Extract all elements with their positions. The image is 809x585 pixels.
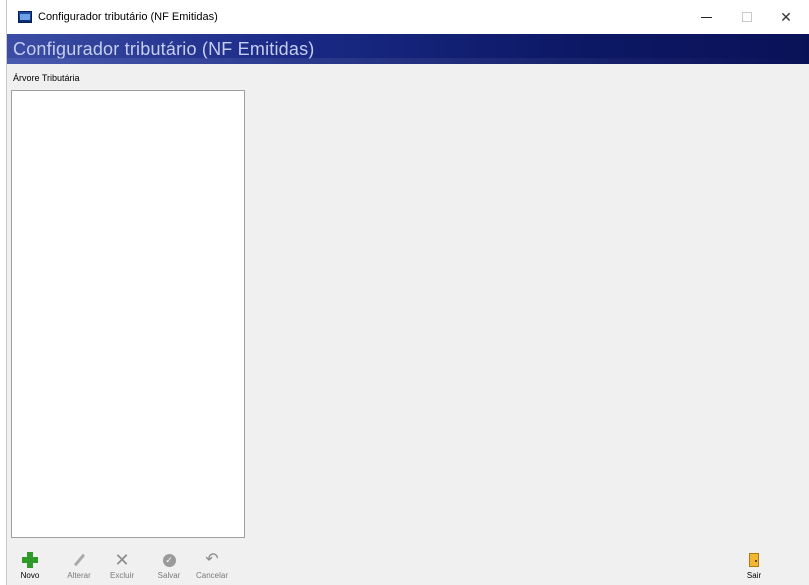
novo-label: Novo (20, 571, 40, 580)
app-icon (18, 11, 32, 23)
tree-label: Árvore Tributária (13, 73, 80, 83)
form-header-title: Configurador tributário (NF Emitidas) (13, 39, 315, 59)
window-title: Configurador tributário (NF Emitidas) (38, 11, 218, 23)
sair-button[interactable]: Sair (739, 548, 769, 580)
alterar-label: Alterar (67, 571, 91, 580)
maximize-button[interactable] (732, 6, 762, 28)
sair-label: Sair (746, 571, 762, 580)
excluir-label: Excluir (109, 571, 134, 580)
cancelar-button[interactable]: ↶ Cancelar (191, 548, 233, 580)
check-icon: ✓ (162, 553, 176, 567)
close-icon: ✕ (780, 8, 792, 25)
minimize-icon (700, 16, 712, 18)
plus-icon (22, 552, 38, 568)
salvar-button[interactable]: ✓ Salvar (153, 548, 185, 580)
salvar-label: Salvar (157, 571, 181, 580)
minimize-button[interactable] (691, 6, 721, 28)
maximize-icon (742, 12, 752, 22)
alterar-button[interactable]: Alterar (61, 548, 97, 580)
excluir-button[interactable]: ✕ Excluir (105, 548, 139, 580)
close-button[interactable]: ✕ (771, 6, 801, 28)
x-icon: ✕ (114, 550, 130, 570)
novo-button[interactable]: Novo (15, 548, 45, 580)
undo-icon: ↶ (205, 551, 219, 568)
pencil-icon (73, 553, 85, 567)
exit-door-icon (749, 553, 759, 567)
form-header: Configurador tributário (NF Emitidas) (7, 34, 809, 64)
title-bar[interactable]: Configurador tributário (NF Emitidas) ✕ (7, 0, 809, 34)
tax-tree-view[interactable] (11, 90, 245, 538)
cancelar-label: Cancelar (195, 571, 228, 580)
bottom-toolbar: Novo Alterar ✕ Excluir ✓ Salvar ↶ Cancel… (7, 548, 809, 585)
app-window: Configurador tributário (NF Emitidas) ✕ … (6, 0, 809, 585)
